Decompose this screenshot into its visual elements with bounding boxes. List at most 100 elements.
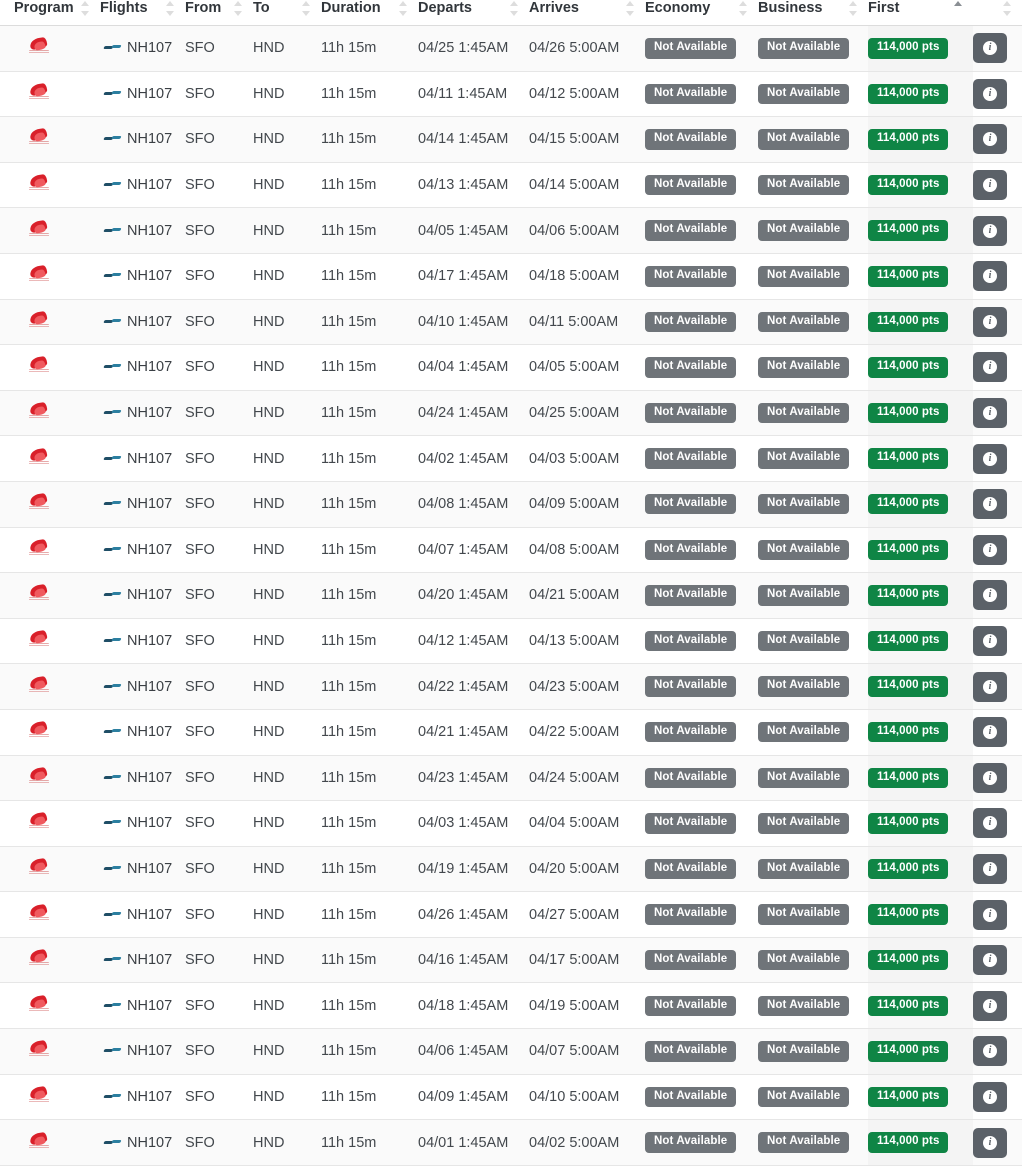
sort-arrows-icon[interactable] [1003,1,1012,16]
info-button[interactable]: i [973,899,1007,930]
sort-arrows-icon[interactable] [399,0,408,16]
sort-arrows-icon[interactable] [510,0,519,16]
cell-arrives: 04/07 5:00AM [529,1028,645,1075]
cell-from: SFO [185,527,253,574]
table-row[interactable]: NH107 SFO HND 11h 15m 04/08 1:45AM 04/09 5:00… [0,481,1022,528]
sort-arrows-icon[interactable] [626,0,635,16]
info-button[interactable]: i [973,762,1007,793]
cell-departs: 04/01 1:45AM [418,1119,529,1166]
sort-arrows-icon[interactable] [166,0,175,16]
column-header-duration[interactable]: Duration [321,0,418,26]
info-button[interactable]: i [973,398,1007,429]
info-button[interactable]: i [973,671,1007,702]
cell-departs: 04/12 1:45AM [418,618,529,665]
column-header-program[interactable]: Program [0,0,100,26]
info-button[interactable]: i [973,489,1007,520]
info-button[interactable]: i [973,170,1007,201]
table-row[interactable]: NH107 SFO HND 11h 15m 04/26 1:45AM 04/27 5:00… [0,891,1022,938]
cell-to: HND [253,709,321,756]
table-row[interactable]: NH107 SFO HND 11h 15m 04/06 1:45AM 04/07 5:00… [0,1028,1022,1075]
table-row[interactable]: NH107 SFO HND 11h 15m 04/24 1:45AM 04/25 5:00… [0,390,1022,437]
info-button[interactable]: i [973,33,1007,64]
flight-number-wrapper: NH107 [100,542,185,558]
cell-departs: 04/03 1:45AM [418,800,529,847]
table-row[interactable]: NH107 SFO HND 11h 15m 04/23 1:45AM 04/24 5:00… [0,755,1022,802]
cell-arrives: 04/22 5:00AM [529,709,645,756]
info-icon: i [983,770,997,785]
column-header-economy[interactable]: Economy [645,0,758,26]
table-row[interactable]: NH107 SFO HND 11h 15m 04/05 1:45AM 04/06 5:00… [0,207,1022,254]
cell-arrives-value: 04/02 5:00AM [529,1134,620,1151]
info-button[interactable]: i [973,626,1007,657]
economy-status-badge: Not Available [645,129,737,150]
cell-departs: 04/25 1:45AM [418,25,529,72]
table-row[interactable]: NH107 SFO HND 11h 15m 04/07 1:45AM 04/08 5:00… [0,527,1022,574]
info-button[interactable]: i [973,352,1007,383]
info-button[interactable]: i [973,945,1007,976]
table-row[interactable]: NH107 SFO HND 11h 15m 04/20 1:45AM 04/21 5:00… [0,572,1022,619]
info-button[interactable]: i [973,990,1007,1021]
info-button[interactable]: i [973,443,1007,474]
table-row[interactable]: NH107 SFO HND 11h 15m 04/01 1:45AM 04/02 5:00… [0,1119,1022,1166]
table-row[interactable]: NH107 SFO HND 11h 15m 04/03 1:45AM 04/04 5:00… [0,800,1022,847]
table-row[interactable]: NH107 SFO HND 11h 15m 04/25 1:45AM 04/26 5:00… [0,25,1022,72]
cell-economy: Not Available [645,299,758,346]
business-status-badge: Not Available [758,721,850,743]
table-row[interactable]: NH107 SFO HND 11h 15m 04/17 1:45AM 04/18 5:00… [0,253,1022,300]
column-header-from[interactable]: From [185,0,253,26]
info-button[interactable]: i [973,78,1007,109]
table-row[interactable]: NH107 SFO HND 11h 15m 04/14 1:45AM 04/15 5:00… [0,116,1022,163]
info-button[interactable]: i [973,534,1007,565]
info-button[interactable]: i [973,853,1007,884]
cell-actions: i [973,1074,1022,1121]
table-row[interactable]: NH107 SFO HND 11h 15m 04/12 1:45AM 04/13 5:00… [0,618,1022,665]
cell-actions: i [973,207,1022,254]
flight-number: NH107 [127,177,173,194]
cell-first: 114,000 pts [868,162,973,209]
table-row[interactable]: NH107 SFO HND 11h 15m 04/19 1:45AM 04/20 5:00… [0,846,1022,893]
cell-business: Not Available [758,709,868,756]
column-header-first[interactable]: First [868,0,973,26]
cell-actions: i [973,891,1022,938]
table-row[interactable]: NH107 SFO HND 11h 15m 04/22 1:45AM 04/23 5:00… [0,663,1022,710]
table-row[interactable]: NH107 SFO HND 11h 15m 04/10 1:45AM 04/11 5:00… [0,299,1022,346]
sort-arrows-icon[interactable] [739,0,748,16]
sort-arrows-icon[interactable] [234,0,243,16]
cell-first: 114,000 pts [868,71,973,118]
flight-number: NH107 [127,222,173,239]
column-header-actions[interactable] [973,0,1022,26]
cell-business: Not Available [758,1119,868,1166]
info-button[interactable]: i [973,215,1007,246]
business-status-badge: Not Available [758,539,850,561]
table-row[interactable]: NH107 SFO HND 11h 15m 04/09 1:45AM 04/10 5:00… [0,1074,1022,1121]
info-button[interactable]: i [973,580,1007,611]
info-button[interactable]: i [973,306,1007,337]
info-button[interactable]: i [973,717,1007,748]
table-row[interactable]: NH107 SFO HND 11h 15m 04/18 1:45AM 04/19 5:00… [0,982,1022,1030]
info-button[interactable]: i [973,1036,1007,1067]
flight-number: NH107 [127,633,173,650]
sort-arrows-icon[interactable] [302,0,311,16]
column-header-to[interactable]: To [253,0,321,26]
column-header-departs[interactable]: Departs [418,0,529,26]
table-row[interactable]: NH107 SFO HND 11h 15m 04/13 1:45AM 04/14 5:00… [0,162,1022,209]
table-row[interactable]: NH107 SFO HND 11h 15m 04/02 1:45AM 04/03 5:00… [0,435,1022,482]
info-button[interactable]: i [973,124,1007,155]
sort-arrow-up-icon[interactable] [954,0,963,16]
sort-arrows-icon[interactable] [81,0,90,16]
table-row[interactable]: NH107 SFO HND 11h 15m 04/21 1:45AM 04/22 5:00… [0,709,1022,756]
sort-arrows-icon[interactable] [849,0,858,16]
info-button[interactable]: i [973,808,1007,839]
table-row[interactable]: NH107 SFO HND 11h 15m 04/11 1:45AM 04/12 5:00… [0,71,1022,118]
column-header-flights[interactable]: Flights [100,0,185,26]
table-row[interactable]: NH107 SFO HND 11h 15m 04/16 1:45AM 04/17 5:00… [0,937,1022,984]
table-row[interactable]: NH107 SFO HND 11h 15m 04/04 1:45AM 04/05 5:00… [0,344,1022,391]
column-header-business[interactable]: Business [758,0,868,26]
info-button[interactable]: i [973,1127,1007,1158]
first-price-badge: 114,000 pts [868,402,949,424]
cell-to-value: HND [253,769,285,786]
business-status-badge: Not Available [758,357,850,378]
column-header-arrives[interactable]: Arrives [529,0,645,26]
info-button[interactable]: i [973,261,1007,292]
info-button[interactable]: i [973,1081,1007,1112]
